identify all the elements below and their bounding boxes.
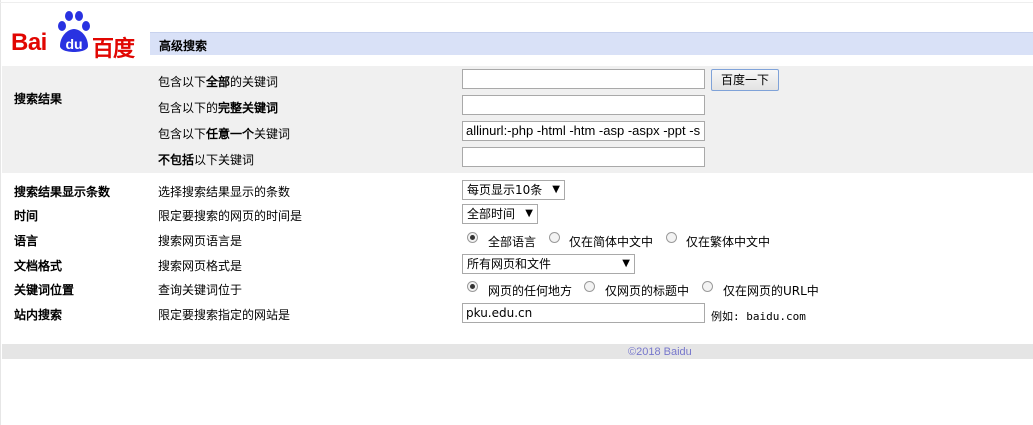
- page-left-border: [0, 0, 1, 425]
- keyword-any-input[interactable]: allinurl:-php -html -htm -asp -aspx -ppt…: [462, 121, 705, 141]
- keyword-exact-input[interactable]: [462, 95, 705, 115]
- copyright-text: ©2018 Baidu: [628, 346, 692, 358]
- site-search-label: 站内搜索: [14, 308, 63, 322]
- baidu-logo[interactable]: Bai du 百度: [10, 10, 150, 62]
- format-label: 文档格式: [14, 259, 63, 273]
- result-count-desc: 选择搜索结果显示的条数: [158, 185, 291, 199]
- keyword-exact-label: 包含以下的完整关键词: [158, 101, 279, 115]
- chevron-down-icon: ▼: [622, 258, 630, 269]
- paw-icon: du: [58, 11, 90, 52]
- chevron-down-icon: ▼: [552, 184, 560, 195]
- keyword-exclude-input[interactable]: [462, 147, 705, 167]
- position-url-label: 仅在网页的URL中: [723, 284, 819, 298]
- language-simplified-label: 仅在简体中文中: [569, 235, 654, 249]
- footer-bar: [2, 344, 1033, 359]
- keyword-position-desc: 查询关键词位于: [158, 283, 243, 297]
- baidu-search-button[interactable]: 百度一下: [711, 69, 779, 91]
- time-label: 时间: [14, 209, 39, 223]
- time-desc: 限定要搜索的网页的时间是: [158, 209, 303, 223]
- result-count-value: 每页显示10条: [467, 183, 543, 197]
- radio-language-traditional[interactable]: [666, 232, 677, 243]
- chevron-down-icon: ▼: [525, 208, 533, 219]
- keyword-any-label: 包含以下任意一个关键词: [158, 127, 291, 141]
- keyword-all-label: 包含以下全部的关键词: [158, 75, 279, 89]
- time-value: 全部时间: [467, 207, 516, 221]
- language-label: 语言: [14, 234, 39, 248]
- site-search-input[interactable]: pku.edu.cn: [462, 303, 705, 323]
- keyword-all-input[interactable]: [462, 69, 705, 89]
- format-value: 所有网页和文件: [467, 257, 552, 271]
- header-bar: 高级搜索: [150, 32, 1033, 55]
- result-count-select[interactable]: 每页显示10条 ▼: [462, 180, 565, 200]
- position-title-label: 仅网页的标题中: [605, 284, 690, 298]
- position-anywhere-label: 网页的任何地方: [488, 284, 573, 298]
- logo-text-bai: Bai: [11, 29, 47, 56]
- language-all-label: 全部语言: [488, 235, 537, 249]
- radio-language-all[interactable]: [467, 232, 478, 243]
- site-search-desc: 限定要搜索指定的网站是: [158, 308, 291, 322]
- radio-position-title[interactable]: [584, 281, 595, 292]
- site-example-text: 例如: baidu.com: [711, 310, 806, 323]
- language-desc: 搜索网页语言是: [158, 234, 243, 248]
- format-select[interactable]: 所有网页和文件 ▼: [462, 254, 635, 274]
- page-top-border: [0, 2, 1033, 3]
- search-results-label: 搜索结果: [14, 92, 63, 106]
- radio-position-anywhere[interactable]: [467, 281, 478, 292]
- result-count-label: 搜索结果显示条数: [14, 185, 111, 199]
- keyword-position-label: 关键词位置: [14, 283, 75, 297]
- format-desc: 搜索网页格式是: [158, 259, 243, 273]
- page-title: 高级搜索: [159, 39, 208, 53]
- time-select[interactable]: 全部时间 ▼: [462, 204, 538, 224]
- logo-text-du: du: [65, 36, 82, 52]
- language-traditional-label: 仅在繁体中文中: [686, 235, 771, 249]
- radio-position-url[interactable]: [702, 281, 713, 292]
- keyword-exclude-label: 不包括以下关键词: [158, 153, 255, 167]
- radio-language-simplified[interactable]: [549, 232, 560, 243]
- logo-text-cn: 百度: [92, 37, 135, 62]
